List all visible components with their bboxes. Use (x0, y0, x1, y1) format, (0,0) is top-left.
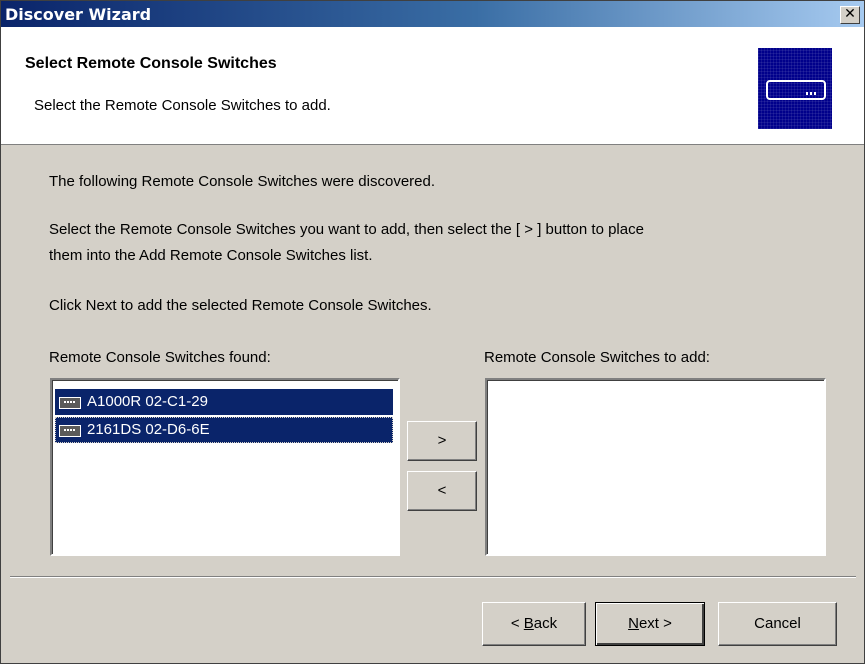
next-button[interactable]: Next > (595, 602, 705, 646)
to-add-list-label: Remote Console Switches to add: (484, 349, 710, 366)
next-instruction-text: Click Next to add the selected Remote Co… (49, 297, 432, 314)
close-button[interactable]: ✕ (840, 6, 860, 24)
back-button[interactable]: < Back (482, 602, 586, 646)
switches-to-add-list[interactable] (485, 378, 826, 556)
found-list-label: Remote Console Switches found: (49, 349, 271, 366)
list-item[interactable]: 2161DS 02-D6-6E (55, 417, 393, 443)
window-title: Discover Wizard (5, 5, 152, 24)
discovered-text: The following Remote Console Switches we… (49, 173, 436, 190)
discover-wizard-window: Discover Wizard ✕ Select Remote Console … (0, 0, 865, 664)
list-item[interactable]: A1000R 02-C1-29 (55, 389, 393, 415)
cancel-button[interactable]: Cancel (718, 602, 837, 646)
instruction-text-1: Select the Remote Console Switches you w… (49, 221, 644, 238)
footer-divider (10, 576, 856, 578)
switch-device-icon (59, 397, 81, 409)
found-switches-list[interactable]: A1000R 02-C1-29 2161DS 02-D6-6E (50, 378, 400, 556)
instruction-text-2: them into the Add Remote Console Switche… (49, 247, 373, 264)
network-switch-icon (758, 48, 832, 129)
page-subtitle: Select the Remote Console Switches to ad… (34, 97, 331, 114)
remove-selected-button[interactable]: < (407, 471, 477, 511)
wizard-header: Select Remote Console Switches Select th… (1, 27, 864, 145)
page-title: Select Remote Console Switches (25, 55, 277, 72)
add-selected-button[interactable]: > (407, 421, 477, 461)
switch-device-icon (59, 425, 81, 437)
title-bar[interactable]: Discover Wizard ✕ (1, 1, 864, 27)
